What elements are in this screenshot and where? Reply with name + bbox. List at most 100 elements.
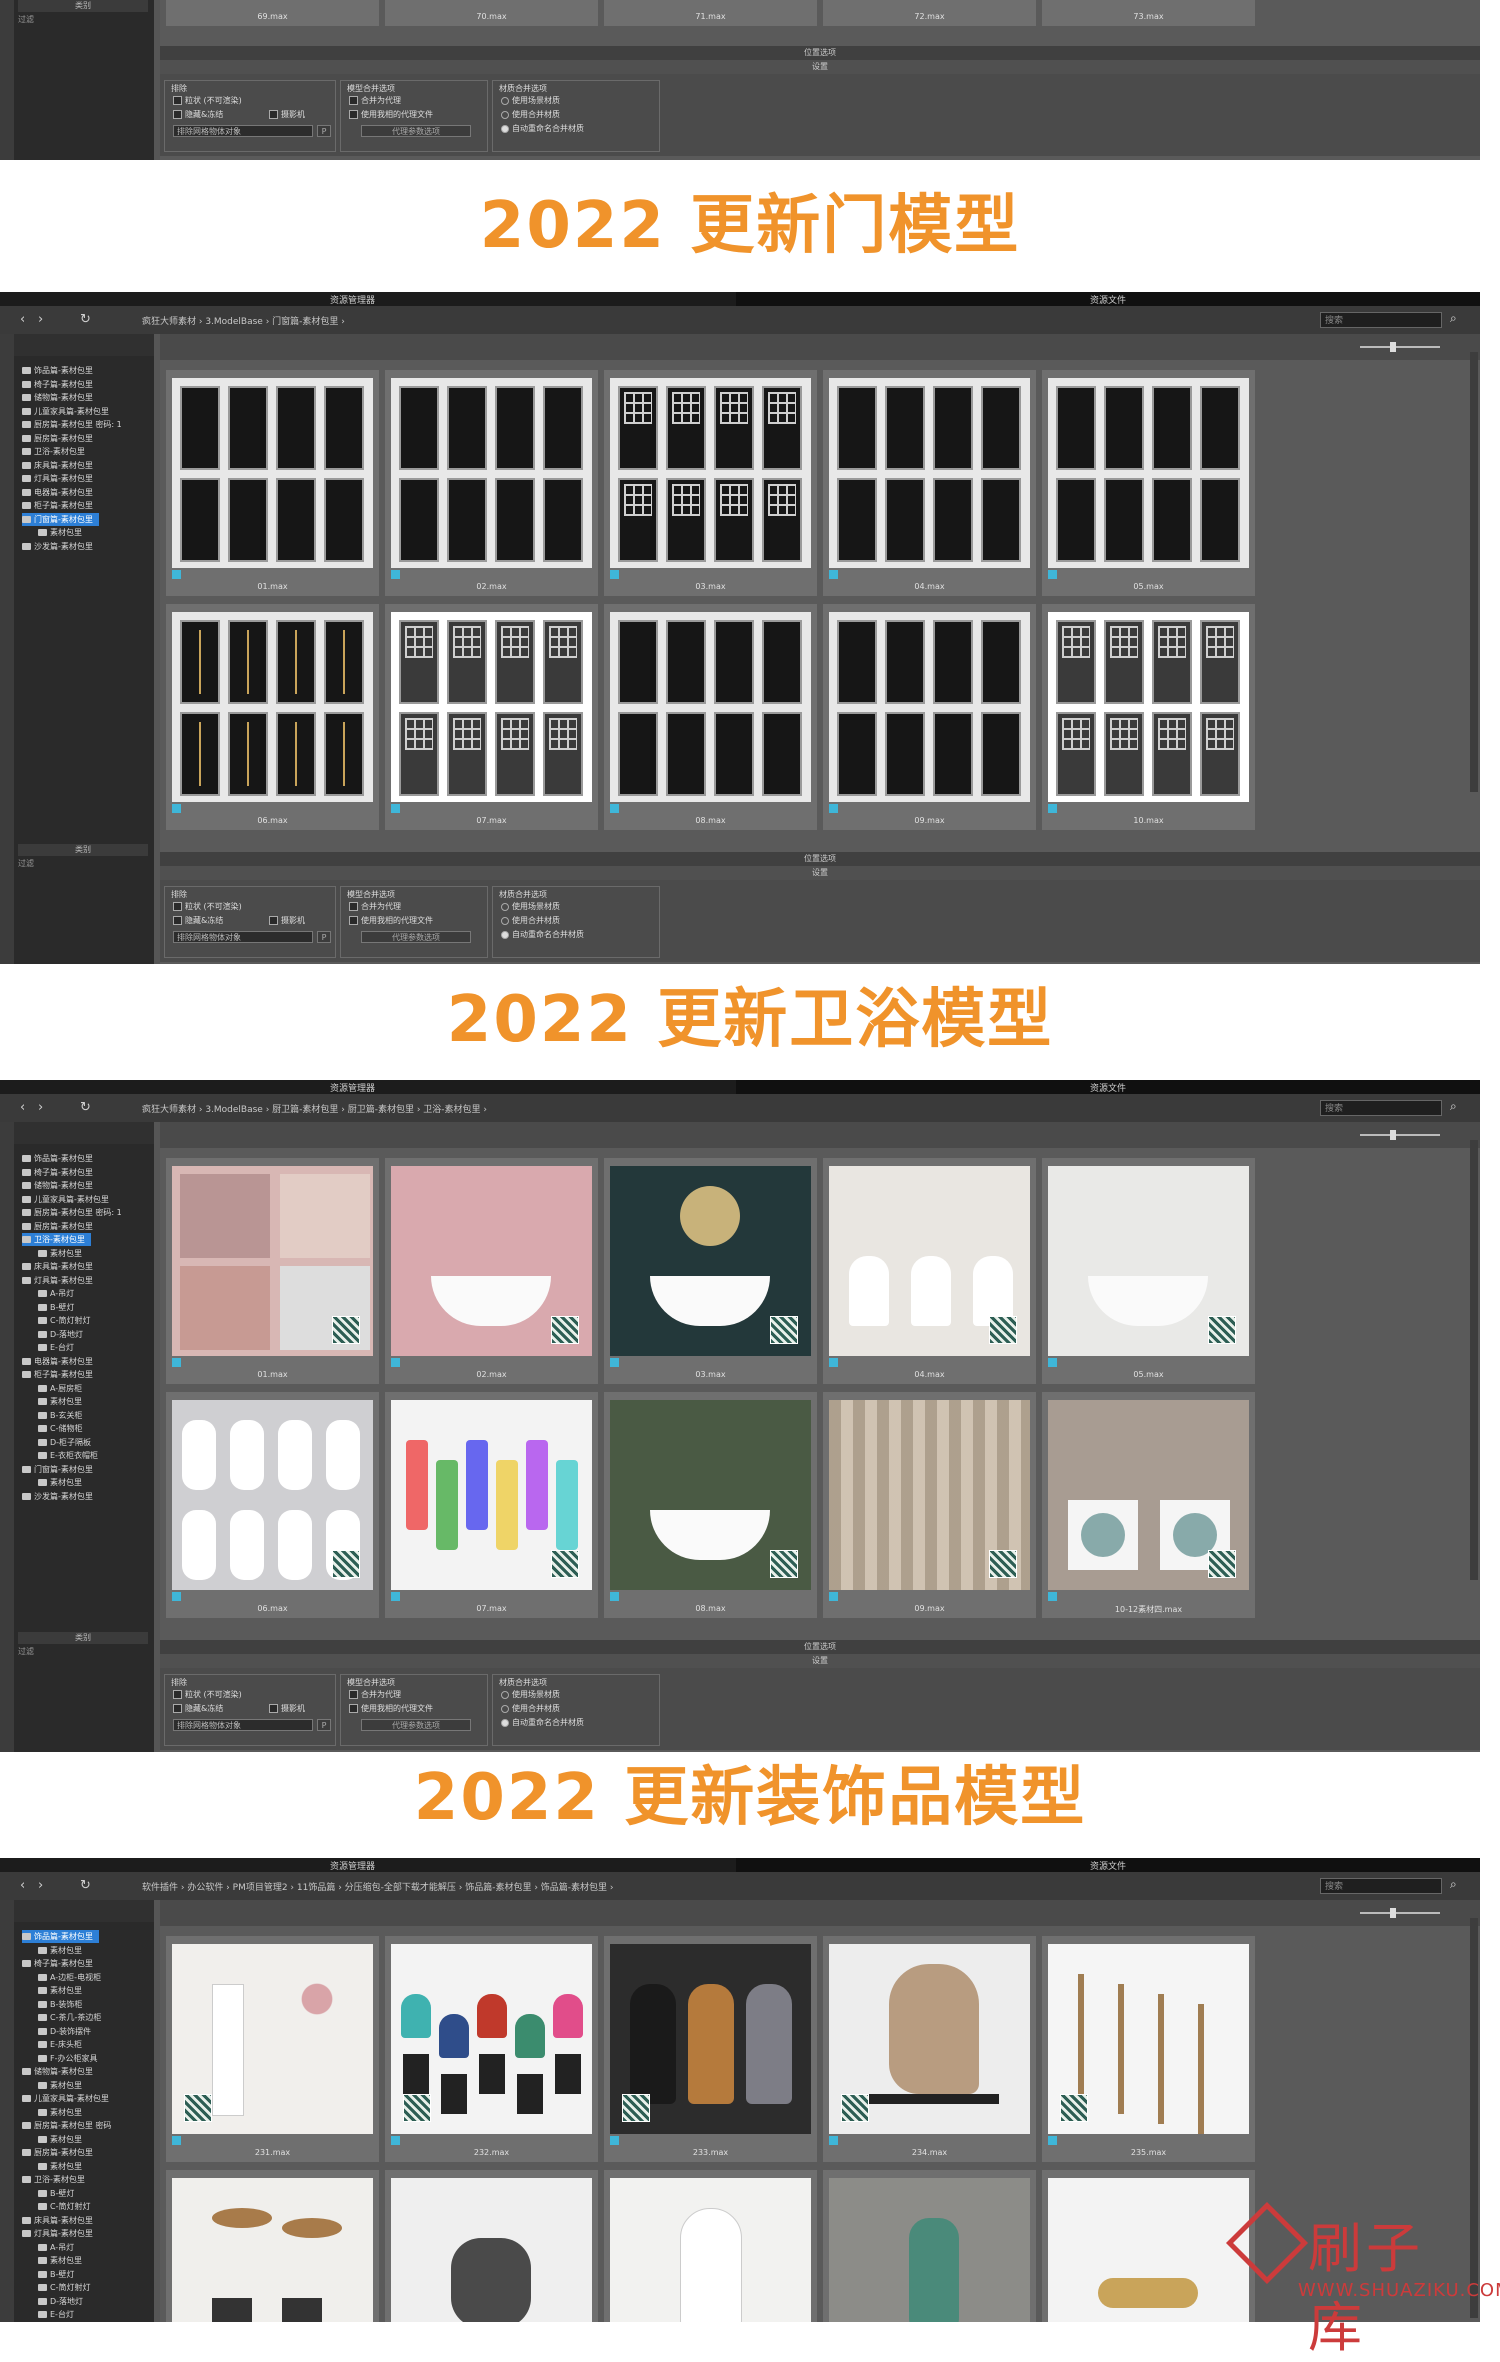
asset-card[interactable]: 72.max [823,0,1036,26]
tree-item[interactable]: D-装饰摆件 [38,2025,91,2038]
tree-item[interactable]: 床具篇-素材包里 [22,1260,93,1273]
tree-item[interactable]: 厨房篇-素材包里 密码: 1 [22,418,122,431]
tree-item[interactable]: D-落地灯 [38,2295,83,2308]
material-option[interactable]: 自动重命名合并材质 [501,929,584,940]
tree-item[interactable]: 饰品篇-素材包里 [22,364,93,377]
tree-item[interactable]: 饰品篇-素材包里 [22,1930,99,1943]
tree-item[interactable]: B-壁灯 [38,2268,74,2281]
tree-item[interactable]: B-玄关柜 [38,1409,82,1422]
asset-card[interactable]: 05.max [1042,1158,1255,1384]
back-icon[interactable]: ‹ [20,312,25,327]
merge-model-option[interactable]: 合并为代理 [349,1689,401,1700]
tree-item[interactable]: 卫浴-素材包里 [22,445,85,458]
location-options-bar[interactable]: 位置选项 [160,852,1480,866]
tree-item[interactable]: 门窗篇-素材包里 [22,512,99,526]
refresh-icon[interactable]: ↻ [80,1878,91,1893]
proxy-params-button[interactable]: 代理参数选项 [361,1719,471,1731]
exclude-option[interactable]: 隐藏&冻结 [173,915,223,926]
asset-card[interactable]: 03.max [604,1158,817,1384]
asset-card[interactable]: 06.max [166,1392,379,1618]
exclude-dropdown[interactable]: 排除网格物体对象 [173,931,313,943]
asset-card[interactable]: 231.max [166,1936,379,2162]
tree-item[interactable]: 厨房篇-素材包里 密码: 1 [22,1206,122,1219]
tree-item[interactable]: C-筒灯射灯 [38,1314,90,1327]
tree-item[interactable]: C-茶几-茶边柜 [38,2011,101,2024]
tree-item[interactable]: 灯具篇-素材包里 [22,2227,93,2240]
tree-item[interactable]: 素材包里 [38,2254,82,2267]
tree-item[interactable]: C-筒灯射灯 [38,2200,90,2213]
tree-item[interactable]: 素材包里 [38,2133,82,2146]
tree-item[interactable]: 素材包里 [38,1395,82,1408]
asset-card[interactable]: 235.max [1042,1936,1255,2162]
asset-card[interactable]: 240.max [1042,2170,1255,2322]
exclude-option[interactable]: 隐藏&冻结 [173,1703,223,1714]
tree-item[interactable]: 素材包里 [38,2079,82,2092]
tree-item[interactable]: 储物篇-素材包里 [22,391,93,404]
tree-item[interactable]: 柜子篇-素材包里 [22,1368,93,1381]
exclude-option[interactable]: 粒状 (不可渲染) [173,901,242,912]
asset-card[interactable]: 02.max [385,1158,598,1384]
tree-item[interactable]: 床具篇-素材包里 [22,2214,93,2227]
tree-item[interactable]: E-台灯 [38,1341,74,1354]
proxy-params-button[interactable]: 代理参数选项 [361,125,471,137]
zoom-slider[interactable] [1360,1912,1440,1914]
tree-item[interactable]: 素材包里 [38,1476,82,1489]
tree-item[interactable]: 儿童家具篇-素材包里 [22,1193,109,1206]
asset-card[interactable]: 70.max [385,0,598,26]
merge-model-option[interactable]: 使用我相的代理文件 [349,109,433,120]
settings-bar[interactable]: 设置 [160,60,1480,74]
exclude-option[interactable]: 隐藏&冻结 [173,109,223,120]
vertical-scrollbar[interactable] [1470,1140,1478,1580]
exclude-option[interactable]: 粒状 (不可渲染) [173,95,242,106]
tree-item[interactable]: 厨房篇-素材包里 [22,432,93,445]
exclude-dropdown[interactable]: 排除网格物体对象 [173,125,313,137]
asset-card[interactable]: 239.max [823,2170,1036,2322]
material-option[interactable]: 使用合并材质 [501,915,560,926]
settings-bar[interactable]: 设置 [160,866,1480,880]
asset-card[interactable]: 234.max [823,1936,1036,2162]
asset-card[interactable]: 238.max [604,2170,817,2322]
asset-card[interactable]: 09.max [823,1392,1036,1618]
material-option[interactable]: 使用合并材质 [501,109,560,120]
material-option[interactable]: 自动重命名合并材质 [501,123,584,134]
settings-bar[interactable]: 设置 [160,1654,1480,1668]
tree-item[interactable]: 厨房篇-素材包里 密码 [22,2119,111,2132]
tree-item[interactable]: A-边柜-电视柜 [38,1971,101,1984]
tree-item[interactable]: 柜子篇-素材包里 [22,499,93,512]
asset-card[interactable]: 02.max [385,370,598,596]
tree-item[interactable]: 储物篇-素材包里 [22,2065,93,2078]
tree-item[interactable]: 儿童家具篇-素材包里 [22,2092,109,2105]
asset-card[interactable]: 09.max [823,604,1036,830]
tree-item[interactable]: 素材包里 [38,526,82,539]
zoom-slider[interactable] [1360,346,1440,348]
location-options-bar[interactable]: 位置选项 [160,46,1480,60]
tree-item[interactable]: 椅子篇-素材包里 [22,1957,93,1970]
breadcrumb[interactable]: 软件插件 › 办公软件 › PM项目管理2 › 11饰品篇 › 分压缩包-全部下… [142,1880,614,1893]
tree-item[interactable]: C-筒灯射灯 [38,2281,90,2294]
tree-item[interactable]: 素材包里 [38,1944,82,1957]
asset-card[interactable]: 07.max [385,604,598,830]
search-icon[interactable]: ⌕ [1450,1099,1457,1114]
asset-card[interactable]: 07.max [385,1392,598,1618]
material-option[interactable]: 使用场景材质 [501,1689,560,1700]
p-button[interactable]: P [317,931,331,943]
tree-item[interactable]: 素材包里 [38,2160,82,2173]
tree-item[interactable]: 厨房篇-素材包里 [22,1220,93,1233]
material-option[interactable]: 自动重命名合并材质 [501,1717,584,1728]
tree-item[interactable]: F-办公柜家具 [38,2052,98,2065]
merge-model-option[interactable]: 合并为代理 [349,901,401,912]
asset-card[interactable]: 06.max [166,604,379,830]
refresh-icon[interactable]: ↻ [80,1100,91,1115]
p-button[interactable]: P [317,1719,331,1731]
tree-item[interactable]: 儿童家具篇-素材包里 [22,405,109,418]
p-button[interactable]: P [317,125,331,137]
tree-item[interactable]: 素材包里 [38,1247,82,1260]
up-icon[interactable]: › [38,1878,43,1893]
tree-item[interactable]: B-装饰柜 [38,1998,82,2011]
asset-card[interactable]: 10-12素材四.max [1042,1392,1255,1618]
merge-model-option[interactable]: 合并为代理 [349,95,401,106]
exclude-option[interactable]: 摄影机 [269,915,305,926]
tree-item[interactable]: 门窗篇-素材包里 [22,1463,93,1476]
tree-item[interactable]: 灯具篇-素材包里 [22,1274,93,1287]
tree-item[interactable]: E-台灯 [38,2308,74,2321]
